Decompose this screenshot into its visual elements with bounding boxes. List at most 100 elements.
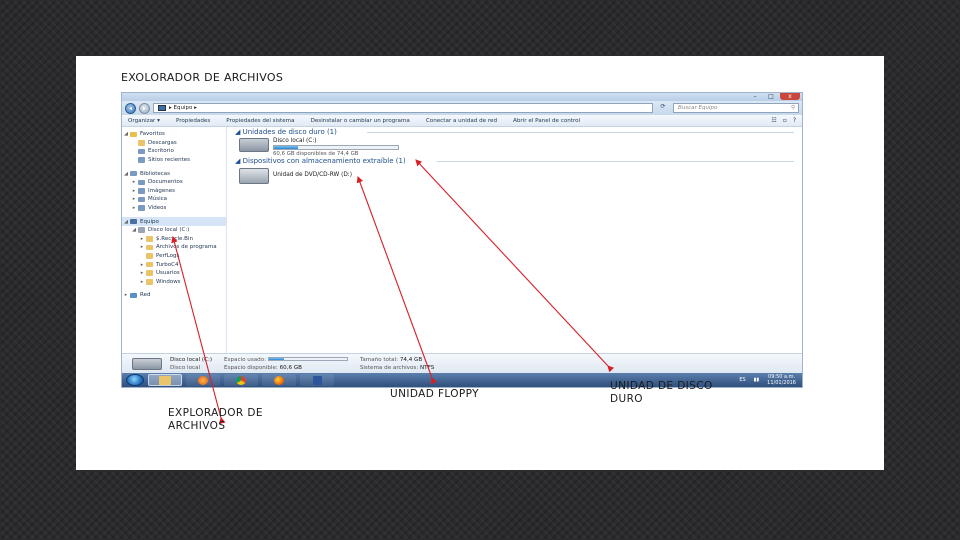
properties-button[interactable]: Propiedades	[176, 118, 210, 124]
taskbar-firefox[interactable]	[262, 374, 296, 386]
view-controls: ☷ ▫ ?	[771, 117, 802, 124]
nav-folder[interactable]: ▸ TurboC4	[122, 260, 226, 269]
folder-icon	[159, 375, 171, 385]
details-name-col: Disco local (C:) Disco local	[170, 356, 213, 371]
star-icon	[130, 131, 137, 138]
title-bar: – □ x	[122, 93, 802, 101]
explorer-window: – □ x ◂ ▸ ▸ Equipo ▸ ⟳ Buscar Equipo ⚲ O…	[121, 92, 803, 388]
recent-places-icon	[138, 157, 145, 163]
start-button[interactable]	[126, 374, 144, 386]
clock[interactable]: 09:50 a.m. 11/01/2016	[767, 374, 796, 386]
nav-libraries[interactable]: ◢ Bibliotecas	[122, 169, 226, 178]
uninstall-button[interactable]: Desinstalar o cambiar un programa	[311, 118, 410, 124]
drive-usage-fill	[274, 146, 298, 149]
dvd-drive-tile[interactable]: Unidad de DVD/CD-RW (D:)	[239, 168, 352, 184]
folder-icon	[146, 253, 153, 259]
minimize-button[interactable]: –	[748, 93, 762, 100]
network-icon	[130, 292, 137, 299]
system-properties-button[interactable]: Propiedades del sistema	[226, 118, 294, 124]
nav-downloads[interactable]: Descargas	[122, 139, 226, 148]
slide-title: EXOLORADOR DE ARCHIVOS	[121, 71, 284, 84]
details-usage-fill	[268, 358, 284, 360]
hdd-group-header[interactable]: ◢ Unidades de disco duro (1)	[235, 128, 337, 136]
hard-drive-icon	[239, 138, 269, 152]
view-icon[interactable]: ☷	[771, 117, 776, 124]
navigation-pane: ◢ Favoritos Descargas Escritorio Sitios r…	[122, 127, 227, 353]
nav-music[interactable]: ▸ Música	[122, 195, 226, 204]
folder-icon	[146, 261, 153, 268]
computer-icon	[158, 105, 166, 111]
nav-folder[interactable]: ▸ Windows	[122, 278, 226, 287]
refresh-icon[interactable]: ⟳	[656, 103, 670, 113]
nav-folder[interactable]: ▸ $.Recycle.Bin	[122, 235, 226, 244]
maximize-button[interactable]: □	[764, 93, 778, 100]
taskbar-word[interactable]	[300, 374, 334, 386]
taskbar-media-player[interactable]	[186, 374, 220, 386]
drive-name: Disco local (C:)	[273, 138, 317, 144]
address-bar-row: ◂ ▸ ▸ Equipo ▸ ⟳ Buscar Equipo ⚲	[122, 101, 802, 115]
nav-images[interactable]: ▸ Imágenes	[122, 187, 226, 196]
address-text: ▸ Equipo ▸	[169, 105, 197, 111]
nav-recent[interactable]: Sitios recientes	[122, 156, 226, 165]
slide: EXOLORADOR DE ARCHIVOS – □ x ◂ ▸ ▸ Equip…	[76, 56, 884, 470]
collapse-icon: ◢	[235, 157, 243, 165]
nav-documents[interactable]: ▸ Documentos	[122, 178, 226, 187]
folder-icon	[146, 236, 153, 242]
nav-folder[interactable]: ▸ Usuarios	[122, 269, 226, 278]
word-icon	[312, 375, 322, 385]
dvd-drive-name: Unidad de DVD/CD-RW (D:)	[273, 172, 353, 178]
back-button[interactable]: ◂	[125, 102, 136, 114]
close-button[interactable]: x	[780, 93, 800, 100]
map-network-drive-button[interactable]: Conectar a unidad de red	[426, 118, 497, 124]
search-icon: ⚲	[790, 105, 795, 111]
language-indicator[interactable]: ES	[739, 377, 745, 383]
command-bar: Organizar ▾ Propiedades Propiedades del …	[122, 115, 802, 127]
nav-local-disk[interactable]: ◢ Disco local (C:)	[122, 226, 226, 235]
nav-network[interactable]: ▸ Red	[122, 291, 226, 300]
dvd-drive-icon	[239, 168, 269, 184]
floppy-label: UNIDAD FLOPPY	[390, 388, 479, 400]
nav-desktop[interactable]: Escritorio	[122, 147, 226, 156]
documents-icon	[138, 179, 145, 186]
firefox-icon	[274, 375, 284, 385]
media-player-icon	[198, 375, 208, 385]
nav-folder[interactable]: PerfLogs	[122, 252, 226, 261]
network-tray-icon[interactable]: ▮▮	[754, 377, 760, 383]
nav-videos[interactable]: ▸ Vídeos	[122, 204, 226, 213]
downloads-icon	[138, 140, 145, 146]
details-space-col: Espacio usado: Espacio disponible: 60,6 …	[224, 356, 348, 372]
search-input[interactable]: Buscar Equipo ⚲	[673, 103, 799, 113]
details-pane: Disco local (C:) Disco local Espacio usa…	[122, 353, 802, 373]
nav-folder[interactable]: ▸ Archivos de programa	[122, 243, 226, 252]
taskbar-chrome[interactable]	[224, 374, 258, 386]
hard-drive-icon	[132, 357, 162, 370]
help-icon[interactable]: ?	[793, 117, 796, 124]
organize-button[interactable]: Organizar ▾	[128, 118, 160, 124]
desktop-icon	[138, 148, 145, 155]
taskbar-explorer[interactable]	[148, 374, 182, 386]
forward-button[interactable]: ▸	[139, 102, 150, 114]
window-controls: – □ x	[748, 93, 800, 100]
explorer-label: EXPLORADOR DE ARCHIVOS	[168, 407, 263, 432]
library-icon	[130, 170, 137, 177]
videos-icon	[138, 205, 145, 211]
removable-group-header[interactable]: ◢ Dispositivos con almacenamiento extraí…	[235, 157, 406, 165]
address-bar[interactable]: ▸ Equipo ▸	[153, 103, 653, 113]
chrome-icon	[236, 375, 246, 385]
local-disk-tile[interactable]: Disco local (C:) 60,6 GB disponibles de …	[239, 138, 399, 157]
window-body: ◢ Favoritos Descargas Escritorio Sitios r…	[122, 127, 802, 353]
preview-pane-icon[interactable]: ▫	[783, 117, 787, 124]
drive-usage-bar	[273, 145, 399, 150]
folder-icon	[146, 244, 153, 251]
group-divider	[367, 132, 794, 133]
group-divider	[437, 161, 794, 162]
hard-disk-label: UNIDAD DE DISCO DURO	[610, 380, 713, 405]
details-usage-bar	[267, 357, 348, 361]
music-icon	[138, 196, 145, 203]
computer-icon	[130, 218, 137, 225]
control-panel-button[interactable]: Abrir el Panel de control	[513, 118, 580, 124]
folder-icon	[146, 270, 153, 276]
nav-favorites[interactable]: ◢ Favoritos	[122, 130, 226, 139]
folder-icon	[146, 279, 153, 285]
nav-computer[interactable]: ◢ Equipo	[122, 217, 226, 226]
